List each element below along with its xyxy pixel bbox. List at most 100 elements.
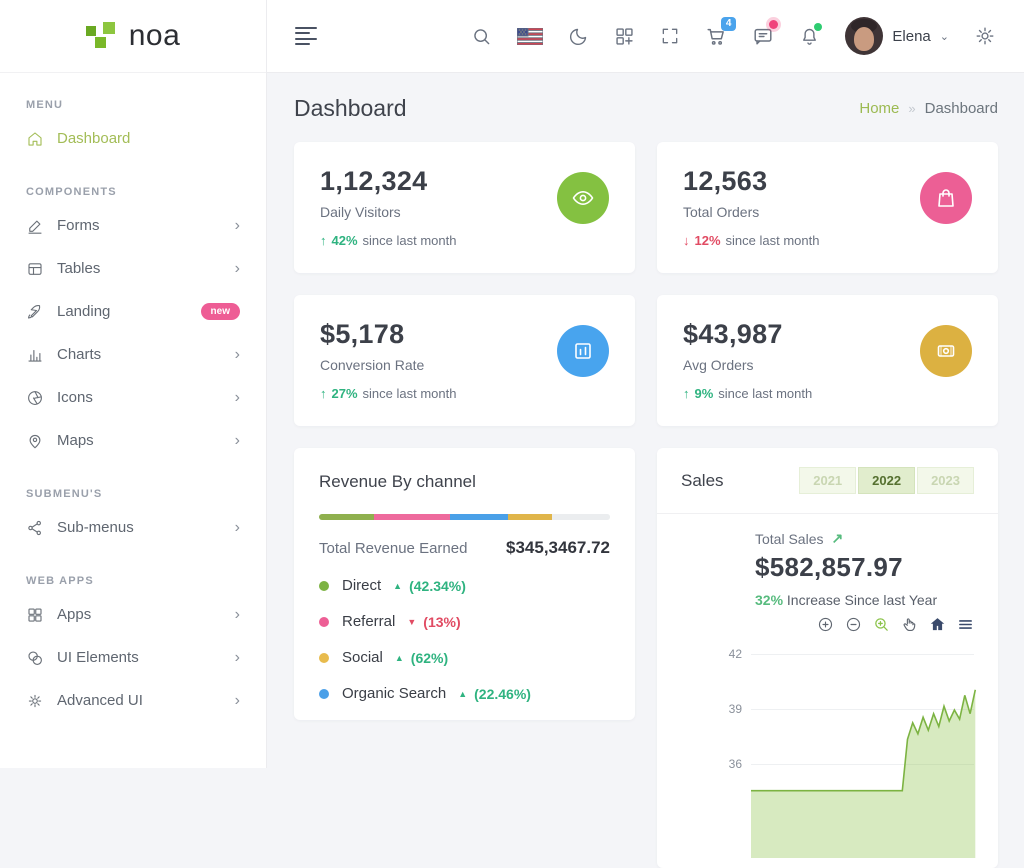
chart-menu-button[interactable] <box>957 616 974 633</box>
grid-icon <box>26 606 44 624</box>
dark-mode-button[interactable] <box>568 26 589 47</box>
home-icon <box>26 130 44 148</box>
messages-button[interactable] <box>752 25 774 47</box>
year-toggle: 2021 2022 2023 <box>799 467 974 494</box>
breadcrumb-home-link[interactable]: Home <box>859 100 899 117</box>
revenue-progress <box>319 514 610 520</box>
moon-icon <box>568 26 589 47</box>
chevron-right-icon: › <box>235 433 240 449</box>
sidebar-item-label: Tables <box>57 260 100 277</box>
zoom-out-button[interactable] <box>845 616 862 633</box>
sales-area-series <box>751 643 1003 858</box>
user-name: Elena <box>892 28 930 45</box>
avatar <box>845 17 883 55</box>
total-revenue-value: $345,3467.72 <box>506 538 610 558</box>
settings-button[interactable] <box>974 25 996 47</box>
sidebar-item-sub-menus[interactable]: Sub-menus › <box>0 506 266 549</box>
search-button[interactable] <box>471 26 492 47</box>
zoom-in-button[interactable] <box>817 616 834 633</box>
sales-chart[interactable]: 423936 <box>717 643 974 803</box>
user-menu[interactable]: Elena ⌄ <box>845 17 949 55</box>
revenue-by-channel-card: Revenue By channel Total Revenue Earned … <box>294 448 635 720</box>
channel-row-direct: Direct ▲ (42.34%) <box>319 577 610 594</box>
message-notification-dot <box>769 20 778 29</box>
arrow-up-right-icon: ↗ <box>831 530 843 547</box>
sidebar-item-ui-elements[interactable]: UI Elements › <box>0 636 266 679</box>
trend-up-arrow: ↑ <box>320 386 327 401</box>
circles-icon <box>26 649 44 667</box>
cart-badge: 4 <box>721 17 737 31</box>
breadcrumb-separator: » <box>908 101 915 116</box>
shopping-bag-icon <box>920 172 972 224</box>
sidebar-item-tables[interactable]: Tables › <box>0 247 266 290</box>
sidebar: noa MENU Dashboard COMPONENTS Forms › Ta… <box>0 0 267 768</box>
grid-plus-icon <box>614 26 635 47</box>
noa-logo-icon <box>86 20 120 52</box>
chevron-right-icon: › <box>235 390 240 406</box>
sidebar-item-label: Advanced UI <box>57 692 143 709</box>
chevron-right-icon: › <box>235 650 240 666</box>
pan-button[interactable] <box>901 616 918 633</box>
map-pin-icon <box>26 432 44 450</box>
year-button-2022[interactable]: 2022 <box>858 467 915 494</box>
triangle-up-icon: ▲ <box>395 653 404 663</box>
stat-value: $43,987 <box>683 319 812 350</box>
chart-column-icon <box>557 325 609 377</box>
trend-text: since last month <box>363 386 457 401</box>
selection-zoom-button[interactable] <box>873 616 890 633</box>
language-button[interactable] <box>517 28 543 45</box>
channel-dot <box>319 689 329 699</box>
year-button-2021[interactable]: 2021 <box>799 467 856 494</box>
channel-row-referral: Referral ▼ (13%) <box>319 613 610 630</box>
channel-label: Organic Search <box>342 685 446 702</box>
sidebar-item-landing[interactable]: Landing new <box>0 290 266 333</box>
stat-card-conversion-rate: $5,178 Conversion Rate ↑27%since last mo… <box>294 295 635 426</box>
rocket-icon <box>26 303 44 321</box>
sidebar-item-dashboard[interactable]: Dashboard <box>0 117 266 160</box>
channel-value: (42.34%) <box>409 578 466 594</box>
chevron-right-icon: › <box>235 520 240 536</box>
channel-value: (62%) <box>411 650 448 666</box>
sidebar-item-icons[interactable]: Icons › <box>0 376 266 419</box>
trend-text: since last month <box>726 233 820 248</box>
sales-card: Sales 2021 2022 2023 Total Sales ↗ $582,… <box>657 448 998 868</box>
brand-logo[interactable]: noa <box>0 0 266 73</box>
widgets-button[interactable] <box>614 26 635 47</box>
brand-name: noa <box>129 19 181 53</box>
sidebar-item-apps[interactable]: Apps › <box>0 593 266 636</box>
sidebar-item-charts[interactable]: Charts › <box>0 333 266 376</box>
cart-button[interactable]: 4 <box>705 25 727 47</box>
sidebar-item-advanced-ui[interactable]: Advanced UI › <box>0 679 266 722</box>
channel-dot <box>319 581 329 591</box>
sidebar-item-label: Landing <box>57 303 110 320</box>
notifications-button[interactable] <box>799 26 820 47</box>
y-tick-label: 42 <box>717 647 751 661</box>
fullscreen-button[interactable] <box>660 26 680 46</box>
money-icon <box>920 325 972 377</box>
channel-label: Social <box>342 649 383 666</box>
sidebar-item-label: Forms <box>57 217 100 234</box>
channel-dot <box>319 653 329 663</box>
year-button-2023[interactable]: 2023 <box>917 467 974 494</box>
edit-icon <box>26 217 44 235</box>
trend-percent: 27% <box>332 386 358 401</box>
sidebar-item-label: UI Elements <box>57 649 139 666</box>
sidebar-section-components: COMPONENTS <box>0 186 266 198</box>
breadcrumb: Home » Dashboard <box>859 100 998 117</box>
trend-text: since last month <box>363 233 457 248</box>
sidebar-item-forms[interactable]: Forms › <box>0 204 266 247</box>
trend-up-arrow: ↑ <box>320 233 327 248</box>
stat-card-total-orders: 12,563 Total Orders ↓12%since last month <box>657 142 998 273</box>
bar-chart-icon <box>26 346 44 364</box>
stat-label: Avg Orders <box>683 357 812 373</box>
home-reset-button[interactable] <box>929 616 946 633</box>
increase-text: Increase Since last Year <box>787 592 937 608</box>
sidebar-item-maps[interactable]: Maps › <box>0 419 266 462</box>
chevron-right-icon: › <box>235 347 240 363</box>
chevron-right-icon: › <box>235 607 240 623</box>
sidebar-item-label: Sub-menus <box>57 519 134 536</box>
stat-label: Total Orders <box>683 204 819 220</box>
menu-toggle-button[interactable] <box>295 23 317 49</box>
main-content: Dashboard Home » Dashboard 1,12,324 Dail… <box>267 73 1024 768</box>
fullscreen-icon <box>660 26 680 46</box>
